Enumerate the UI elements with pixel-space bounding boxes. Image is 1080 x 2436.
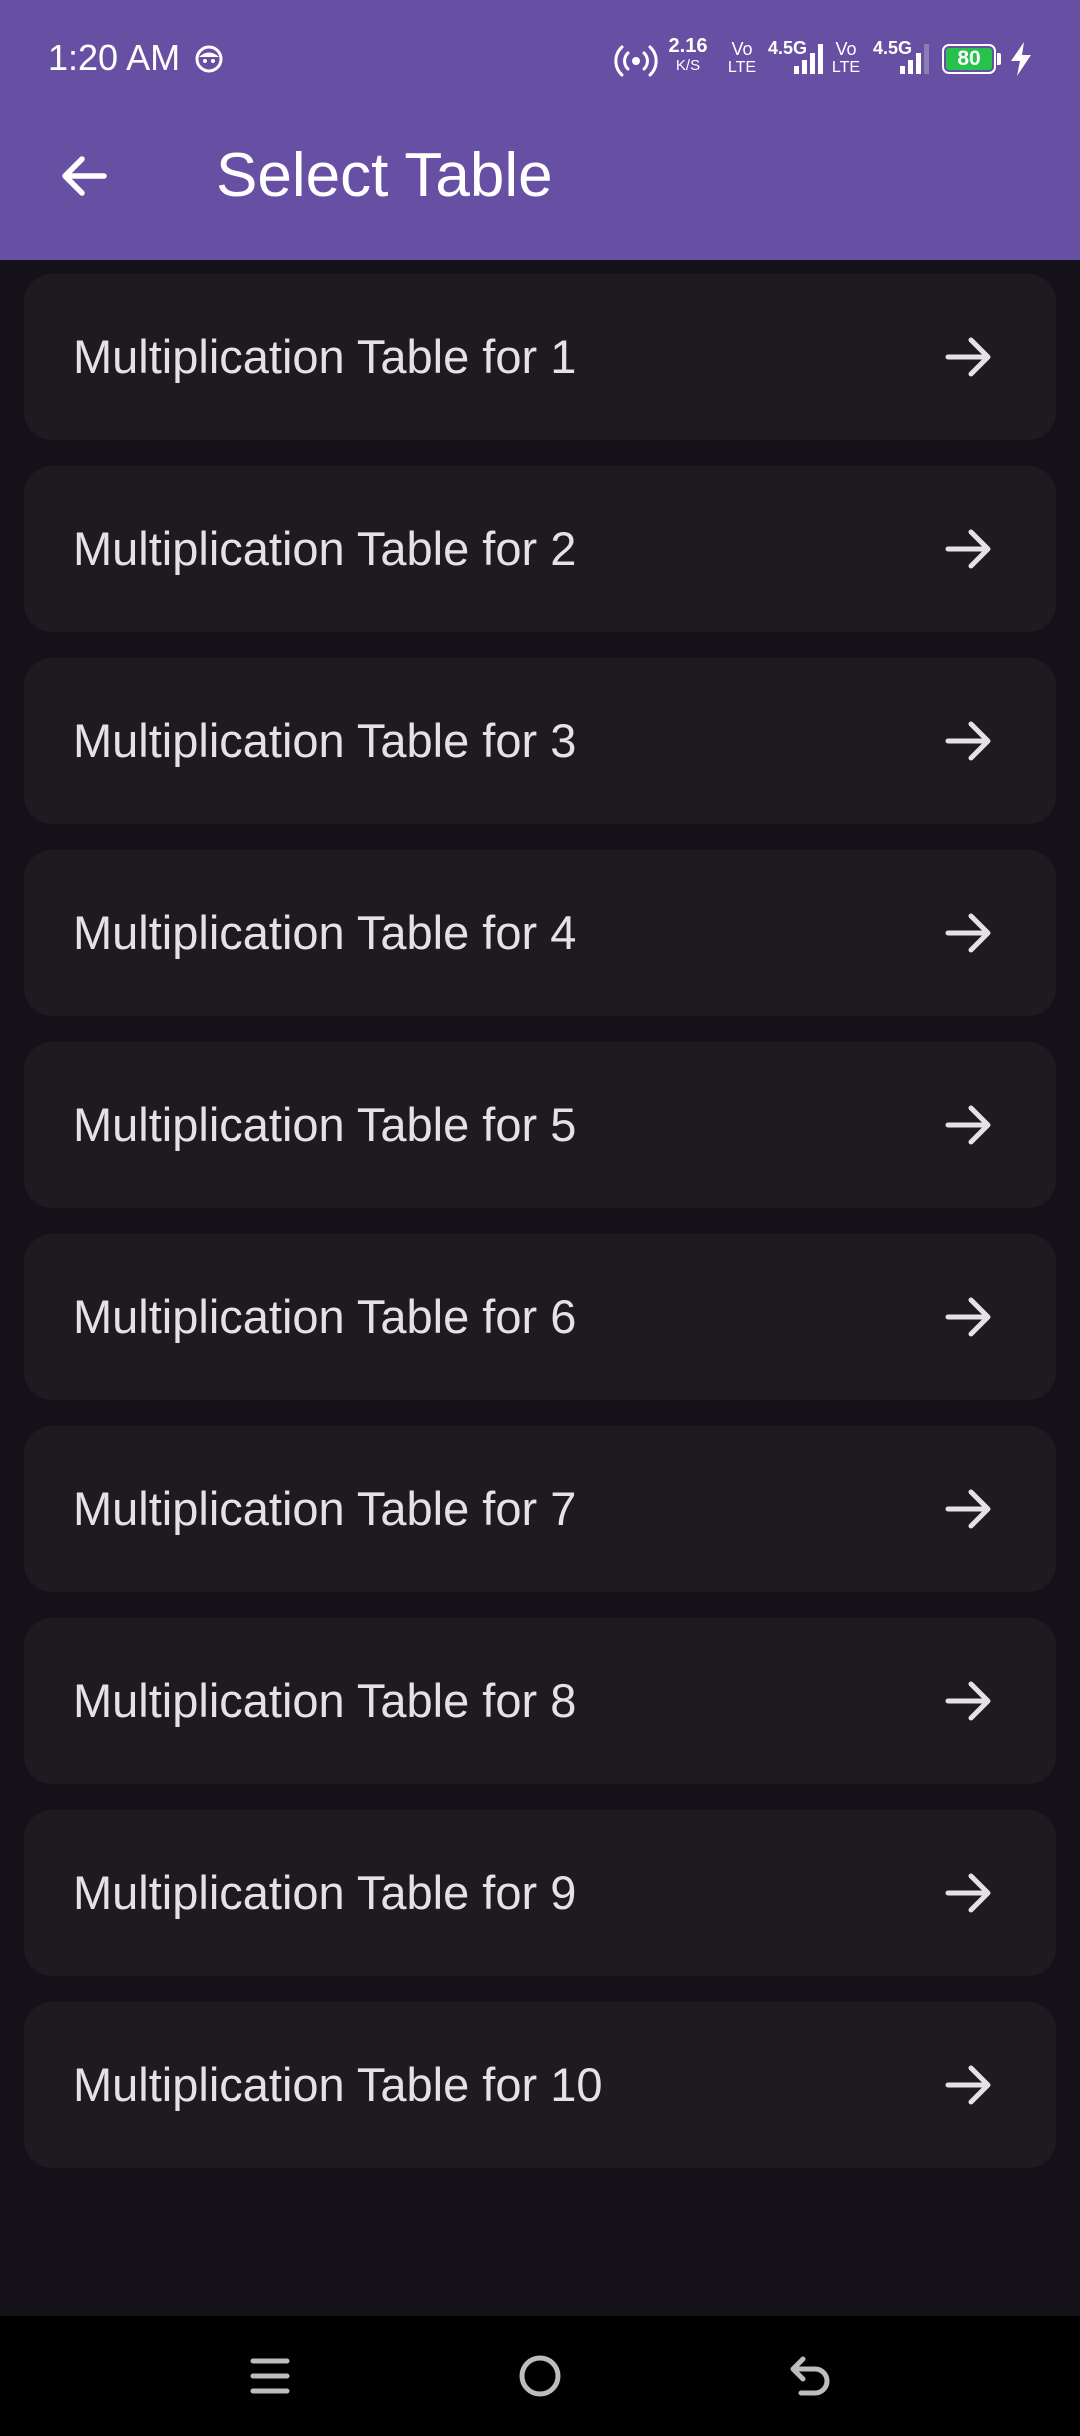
table-label: Multiplication Table for 5	[73, 1098, 577, 1151]
arrow-right-icon	[945, 1105, 991, 1145]
face-icon	[195, 45, 223, 73]
arrow-right-icon	[945, 1489, 991, 1529]
recent-apps-icon	[250, 2358, 290, 2394]
table-list-item-8[interactable]: Multiplication Table for 8	[24, 1618, 1056, 1784]
arrow-right-icon	[945, 337, 991, 377]
battery-level: 80	[946, 48, 992, 70]
arrow-right-icon	[945, 1297, 991, 1337]
table-label: Multiplication Table for 1	[73, 330, 577, 383]
table-list-item-5[interactable]: Multiplication Table for 5	[24, 1042, 1056, 1208]
table-label: Multiplication Table for 7	[73, 1482, 577, 1535]
sim1-volte-bottom: LTE	[727, 59, 757, 76]
sim2-volte-bottom: LTE	[831, 59, 861, 76]
sim2-volte-top: Vo	[835, 39, 857, 59]
table-label: Multiplication Table for 4	[73, 906, 577, 959]
arrow-right-icon	[945, 1681, 991, 1721]
table-label: Multiplication Table for 2	[73, 522, 577, 575]
home-button[interactable]	[508, 2344, 572, 2408]
system-navigation-bar	[0, 2316, 1080, 2436]
sim1-volte: Vo LTE	[724, 40, 760, 76]
hotspot-icon	[614, 45, 658, 77]
network-speed-value: 2.16	[668, 35, 708, 57]
battery-icon: 80	[942, 44, 996, 74]
home-icon	[519, 2355, 561, 2397]
signal-icon	[900, 44, 929, 74]
table-list-item-7[interactable]: Multiplication Table for 7	[24, 1426, 1056, 1592]
table-list-item-10[interactable]: Multiplication Table for 10	[24, 2002, 1056, 2168]
table-list-item-3[interactable]: Multiplication Table for 3	[24, 658, 1056, 824]
recent-apps-button[interactable]	[238, 2344, 302, 2408]
back-button[interactable]	[36, 128, 132, 224]
arrow-right-icon	[945, 1873, 991, 1913]
table-list: Multiplication Table for 1 Multiplicatio…	[24, 274, 1056, 2194]
back-icon	[790, 2356, 830, 2396]
table-list-item-6[interactable]: Multiplication Table for 6	[24, 1234, 1056, 1400]
system-back-button[interactable]	[778, 2344, 842, 2408]
table-list-item-9[interactable]: Multiplication Table for 9	[24, 1810, 1056, 1976]
sim1-volte-top: Vo	[731, 39, 753, 59]
status-time: 1:20 AM	[48, 37, 181, 78]
table-list-item-1[interactable]: Multiplication Table for 1	[24, 274, 1056, 440]
battery-tip	[997, 53, 1001, 65]
network-speed: 2.16 K/S	[666, 36, 710, 73]
arrow-right-icon	[945, 2065, 991, 2105]
sim2-volte: Vo LTE	[828, 40, 864, 76]
table-label: Multiplication Table for 9	[73, 1866, 577, 1919]
arrow-left-icon	[62, 156, 107, 196]
table-label: Multiplication Table for 8	[73, 1674, 577, 1727]
charging-icon	[1011, 42, 1031, 76]
table-label: Multiplication Table for 6	[73, 1290, 577, 1343]
arrow-right-icon	[945, 913, 991, 953]
page-title: Select Table	[216, 141, 553, 210]
signal-icon	[794, 44, 823, 74]
table-label: Multiplication Table for 10	[73, 2058, 603, 2111]
app-bar: 1:20 AM 2.16 K/S Vo LTE 4.5G Vo LTE 4.5G…	[0, 0, 1080, 260]
table-list-item-2[interactable]: Multiplication Table for 2	[24, 466, 1056, 632]
arrow-right-icon	[945, 529, 991, 569]
arrow-right-icon	[945, 721, 991, 761]
table-label: Multiplication Table for 3	[73, 714, 577, 767]
table-list-item-4[interactable]: Multiplication Table for 4	[24, 850, 1056, 1016]
status-bar: 1:20 AM 2.16 K/S Vo LTE 4.5G Vo LTE 4.5G…	[0, 0, 1080, 118]
network-speed-unit: K/S	[675, 57, 701, 74]
